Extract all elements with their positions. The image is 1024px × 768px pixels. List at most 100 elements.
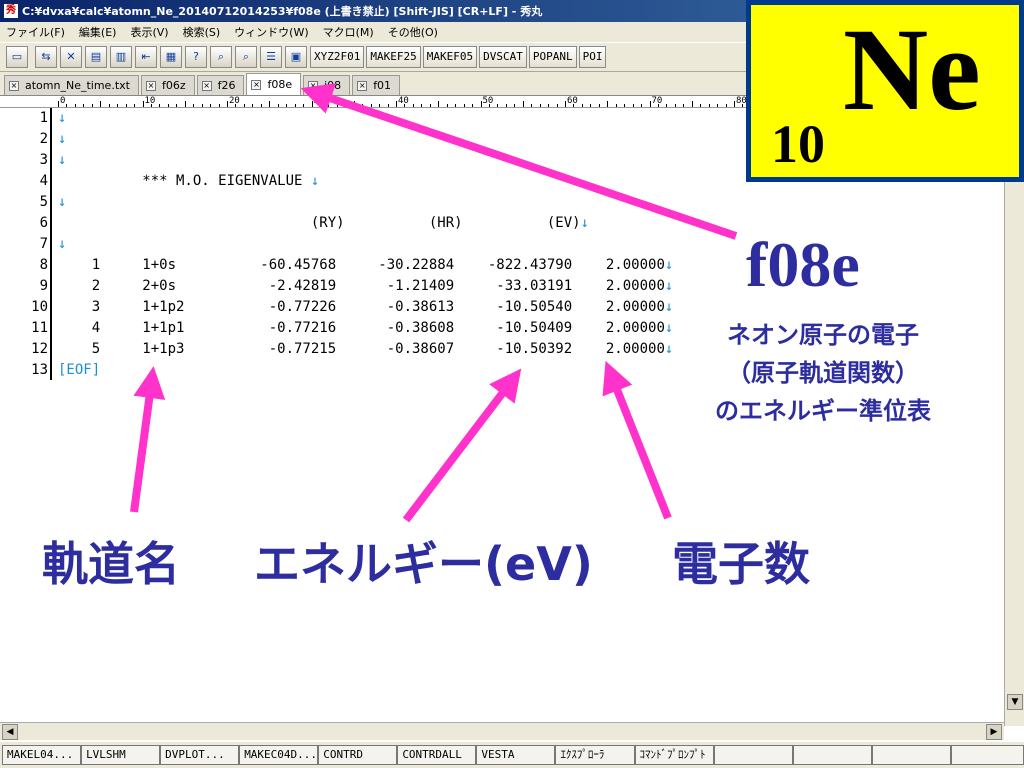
line-number: 13 <box>31 362 48 378</box>
ruler-tick <box>210 104 212 107</box>
macro-button-poi[interactable]: POI <box>578 46 607 68</box>
help-icon[interactable]: ? <box>185 46 207 68</box>
line-text: 2 2+0s -2.42819 -1.21409 -33.03191 2.000… <box>58 278 674 294</box>
search-next-icon[interactable]: ⌕ <box>235 46 257 68</box>
ruler-tick <box>649 101 651 107</box>
function-key-9[interactable]: ｺﾏﾝﾄﾞﾌﾟﾛﾝﾌﾟﾄ <box>634 745 714 765</box>
macro-button-makef05[interactable]: MAKEF05 <box>422 46 478 68</box>
scroll-right-icon[interactable]: ▶ <box>986 724 1002 740</box>
close-icon[interactable]: × <box>145 80 156 91</box>
window-icon[interactable]: ▣ <box>285 46 307 68</box>
editor-line[interactable]: 1 ↓ <box>0 108 760 129</box>
macro-button-popanl[interactable]: POPANL <box>528 46 577 68</box>
ruler-tick <box>387 104 389 107</box>
insert-icon[interactable]: ⇤ <box>135 46 157 68</box>
ruler-tick <box>666 104 668 107</box>
editor-line[interactable]: 5 ↓ <box>0 192 760 213</box>
close-icon[interactable]: × <box>251 79 262 90</box>
ruler-mark: 70 <box>651 96 663 106</box>
editor-line[interactable]: 12 5 1+1p3 -0.77215 -0.38607 -10.50392 2… <box>0 339 760 360</box>
tab-atomn-ne-time[interactable]: × atomn_Ne_time.txt <box>4 75 139 95</box>
tab-f06z[interactable]: × f06z <box>140 75 195 95</box>
ruler-tick <box>674 104 676 107</box>
menu-window[interactable]: ウィンドウ(W) <box>234 24 308 40</box>
tab-f08e[interactable]: × f08e <box>246 73 302 95</box>
close-icon[interactable]: × <box>9 80 19 91</box>
function-key-2[interactable]: LVLSHM <box>81 745 161 765</box>
function-key-11[interactable] <box>792 745 872 765</box>
line-text: ↓ <box>58 192 66 213</box>
editor-line[interactable]: 10 3 1+1p2 -0.77226 -0.38613 -10.50540 2… <box>0 297 760 318</box>
function-key-8[interactable]: ｴｸｽﾌﾟﾛｰﾗ <box>555 745 635 765</box>
horizontal-scrollbar[interactable]: ◀ ▶ <box>0 722 1004 740</box>
editor-line[interactable]: 2 ↓ <box>0 129 760 150</box>
editor-line[interactable]: 6 (RY) (HR) (EV)↓ <box>0 213 760 234</box>
editor-line[interactable]: 11 4 1+1p1 -0.77216 -0.38608 -10.50409 2… <box>0 318 760 339</box>
open-file-icon[interactable]: ▤ <box>85 46 107 68</box>
scroll-down-icon[interactable]: ▼ <box>1007 694 1023 710</box>
close-icon[interactable]: × <box>308 80 319 91</box>
ruler-tick <box>252 104 254 107</box>
line-text: 3 1+1p2 -0.77226 -0.38613 -10.50540 2.00… <box>58 299 674 315</box>
tab-f01[interactable]: × f01 <box>352 75 401 95</box>
menu-other[interactable]: その他(O) <box>388 24 438 40</box>
tab-i08[interactable]: × i08 <box>303 75 351 95</box>
ruler-tick <box>83 104 85 107</box>
editor-line[interactable]: 9 2 2+0s -2.42819 -1.21409 -33.03191 2.0… <box>0 276 760 297</box>
save-file-icon[interactable]: ▥ <box>110 46 132 68</box>
function-key-13[interactable] <box>950 745 1024 765</box>
tab-f26[interactable]: × f26 <box>196 75 245 95</box>
function-key-4[interactable]: MAKEC04D... <box>239 745 319 765</box>
editor-line[interactable]: 3 ↓ <box>0 150 760 171</box>
macro-button-xyz2f01[interactable]: XYZ2F01 <box>310 46 365 68</box>
menu-search[interactable]: 検索(S) <box>183 24 221 40</box>
editor-line[interactable]: 4 *** M.O. EIGENVALUE ↓ <box>0 171 760 192</box>
menu-view[interactable]: 表示(V) <box>130 24 168 40</box>
menu-file[interactable]: ファイル(F) <box>6 24 65 40</box>
find-icon[interactable]: ⇆ <box>35 46 57 68</box>
paste-icon[interactable]: ▦ <box>160 46 182 68</box>
macro-button-dvscat[interactable]: DVSCAT <box>479 46 527 68</box>
line-text: 5 1+1p3 -0.77215 -0.38607 -10.50392 2.00… <box>58 341 674 357</box>
scroll-left-icon[interactable]: ◀ <box>2 724 18 740</box>
ruler-tick <box>581 104 583 107</box>
vertical-scrollbar[interactable]: ▼ <box>1004 96 1024 726</box>
ruler-tick <box>590 104 592 107</box>
close-icon[interactable]: × <box>201 80 212 91</box>
function-key-12[interactable] <box>871 745 951 765</box>
app-icon: 秀 <box>4 4 18 18</box>
close-icon[interactable]: × <box>357 80 368 91</box>
new-file-icon[interactable]: ▭ <box>6 46 28 68</box>
ruler-tick <box>421 104 423 107</box>
line-text: (RY) (HR) (EV)↓ <box>58 215 590 231</box>
editor-line[interactable]: 7 ↓ <box>0 234 760 255</box>
function-key-1[interactable]: MAKEL04... <box>2 745 82 765</box>
function-key-5[interactable]: CONTRD <box>318 745 398 765</box>
ruler-tick <box>700 104 702 107</box>
ruler-tick <box>125 104 127 107</box>
search-icon[interactable]: ⌕ <box>210 46 232 68</box>
editor-line[interactable]: 13 [EOF] <box>0 360 760 381</box>
ruler-tick <box>691 101 693 107</box>
align-icon[interactable]: ☰ <box>260 46 282 68</box>
function-key-6[interactable]: CONTRDALL <box>397 745 477 765</box>
function-key-7[interactable]: VESTA <box>476 745 556 765</box>
delete-icon[interactable]: ✕ <box>60 46 82 68</box>
editor-line[interactable]: 8 1 1+0s -60.45768 -30.22884 -822.43790 … <box>0 255 760 276</box>
ruler-tick <box>379 104 381 107</box>
ruler-tick <box>243 104 245 107</box>
function-key-10[interactable] <box>713 745 793 765</box>
macro-button-makef25[interactable]: MAKEF25 <box>366 46 421 68</box>
menu-macro[interactable]: マクロ(M) <box>323 24 374 40</box>
ruler-tick <box>429 104 431 107</box>
line-number: 2 <box>39 131 48 147</box>
ruler-tick <box>142 101 144 107</box>
line-number: 11 <box>31 320 48 336</box>
function-key-3[interactable]: DVPLOT... <box>160 745 240 765</box>
description-line: のエネルギー準位表 <box>715 397 931 425</box>
ruler-tick <box>58 101 59 107</box>
window-title: C:¥dvxa¥calc¥atomn_Ne_20140712014253¥f08… <box>22 5 543 18</box>
menu-edit[interactable]: 編集(E) <box>79 24 117 40</box>
ruler-tick <box>193 104 195 107</box>
ruler-tick <box>531 104 533 107</box>
